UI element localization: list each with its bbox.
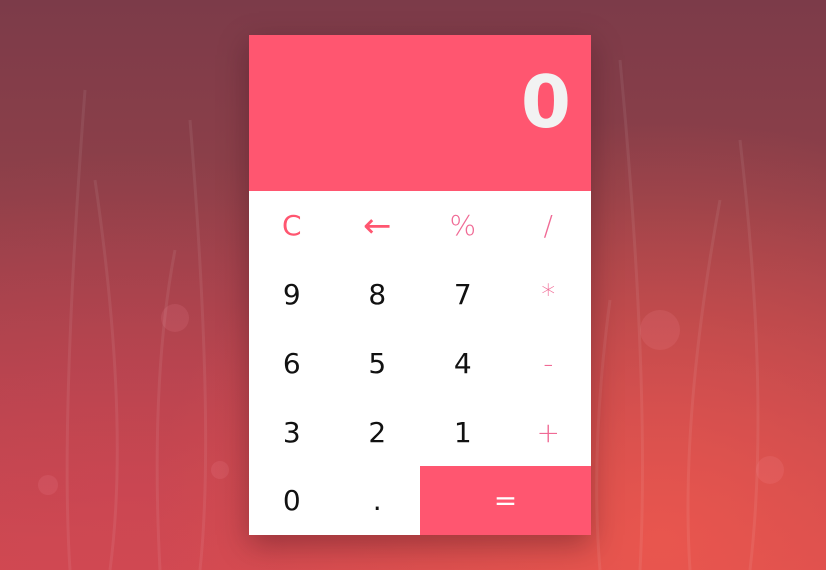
- add-button[interactable]: +: [506, 398, 592, 467]
- clear-button[interactable]: C: [249, 191, 335, 260]
- decimal-button[interactable]: .: [335, 466, 421, 535]
- digit-3-button[interactable]: 3: [249, 398, 335, 467]
- digit-2-button[interactable]: 2: [335, 398, 421, 467]
- digit-7-button[interactable]: 7: [420, 260, 506, 329]
- digit-4-button[interactable]: 4: [420, 329, 506, 398]
- digit-8-button[interactable]: 8: [335, 260, 421, 329]
- backspace-button[interactable]: ←: [335, 191, 421, 260]
- calculator-display: 0: [249, 35, 591, 191]
- multiply-button[interactable]: *: [506, 260, 592, 329]
- digit-1-button[interactable]: 1: [420, 398, 506, 467]
- percent-button[interactable]: %: [420, 191, 506, 260]
- equals-button[interactable]: =: [420, 466, 591, 535]
- display-value: 0: [520, 60, 571, 144]
- digit-6-button[interactable]: 6: [249, 329, 335, 398]
- digit-0-button[interactable]: 0: [249, 466, 335, 535]
- digit-5-button[interactable]: 5: [335, 329, 421, 398]
- left-arrow-icon: ←: [363, 205, 392, 246]
- subtract-button[interactable]: -: [506, 329, 592, 398]
- divide-button[interactable]: /: [506, 191, 592, 260]
- calculator: 0 C ← % / 9 8 7 * 6 5 4 - 3 2 1 + 0 . =: [249, 35, 591, 535]
- digit-9-button[interactable]: 9: [249, 260, 335, 329]
